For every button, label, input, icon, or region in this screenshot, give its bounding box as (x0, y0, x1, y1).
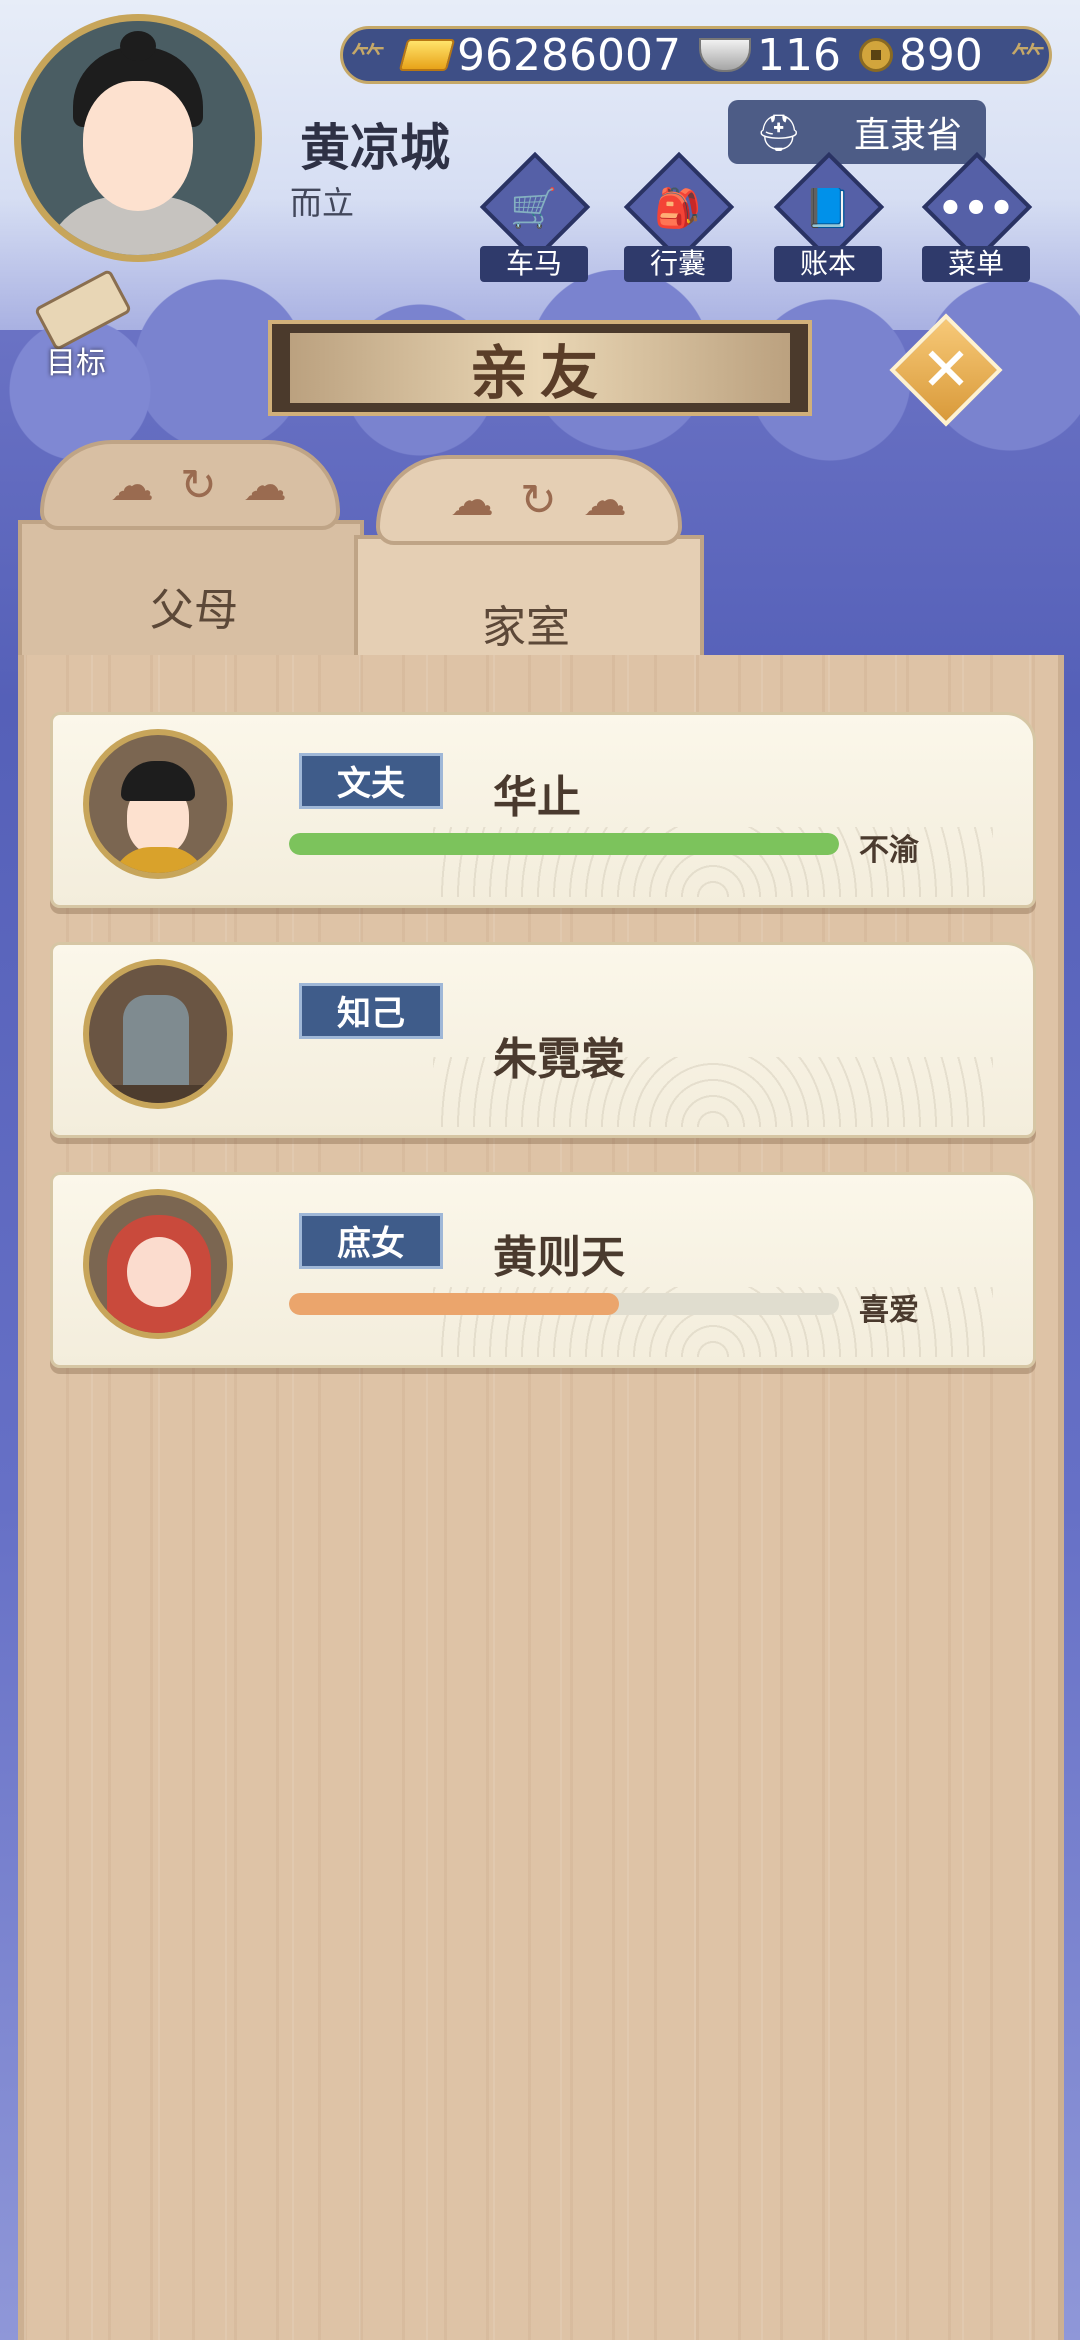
copper-amount: 890 (898, 29, 983, 81)
nav-menu-label: 菜单 (922, 246, 1030, 282)
menu-icon: ••• (937, 186, 1015, 232)
province-label: 直隶省 (853, 115, 962, 156)
gold-currency: 96286007 (398, 29, 681, 81)
nav-bag-label: 行囊 (624, 246, 732, 282)
bamboo-right-icon: ⺮ (1011, 41, 1045, 81)
dialog-title: 亲友 (469, 339, 610, 407)
tab-family-cap: ☁ ↻ ☁ (376, 455, 682, 545)
gold-amount: 96286007 (457, 29, 681, 81)
member-name: 朱霓裳 (493, 1034, 625, 1085)
player-avatar[interactable] (14, 14, 262, 262)
nav-menu-button[interactable]: ••• 菜单 (916, 151, 1036, 282)
gold-ingot-icon (398, 39, 456, 71)
player-name: 黄凉城 (300, 119, 450, 177)
nav-ledger-label: 账本 (774, 246, 882, 282)
cloud-swirl-icon: ☁ ↻ ☁ (110, 460, 293, 511)
dialog-title-banner: 亲友 (268, 320, 812, 416)
official-hat-icon: ⛑ (756, 113, 802, 154)
member-card[interactable]: 庶女 黄则天 喜爱 (50, 1172, 1036, 1368)
affection-bar (289, 1293, 839, 1315)
relation-badge: 庶女 (299, 1213, 443, 1269)
copper-currency: 890 (858, 29, 983, 81)
ledger-icon: 📘 (804, 186, 852, 230)
province-button[interactable]: ⛑ 直隶省 (728, 100, 986, 164)
affection-status: 喜爱 (859, 1293, 919, 1328)
member-card[interactable]: 文夫 华止 不渝 (50, 712, 1036, 908)
silver-amount: 116 (756, 29, 841, 81)
carriage-icon: 🛒 (510, 186, 558, 230)
silver-ingot-icon (698, 38, 751, 72)
member-avatar-tombstone (83, 959, 233, 1109)
member-avatar (83, 729, 233, 879)
bag-icon: 🎒 (654, 186, 702, 230)
tab-family-label: 家室 (482, 602, 570, 653)
bamboo-left-icon: ⺮ (351, 41, 385, 81)
tab-parents-cap: ☁ ↻ ☁ (40, 440, 340, 530)
tab-parents-label: 父母 (150, 585, 238, 636)
affection-bar (289, 833, 839, 855)
goal-label: 目标 (46, 346, 106, 381)
player-portrait (21, 21, 255, 255)
tab-family[interactable]: 家室 (354, 535, 704, 665)
member-name: 黄则天 (493, 1232, 625, 1283)
nav-bag-button[interactable]: 🎒 行囊 (618, 151, 738, 282)
silver-currency: 116 (698, 29, 841, 81)
affection-fill (289, 833, 839, 855)
nav-ledger-button[interactable]: 📘 账本 (768, 151, 888, 282)
member-card[interactable]: 知己 朱霓裳 (50, 942, 1036, 1138)
currency-bar: ⺮ 96286007 116 890 ⺮ (340, 26, 1052, 84)
nav-carriage-label: 车马 (480, 246, 588, 282)
relation-badge: 知己 (299, 983, 443, 1039)
cloud-swirl-icon: ☁ ↻ ☁ (450, 475, 633, 526)
affection-status: 不渝 (859, 833, 919, 868)
affection-fill (289, 1293, 619, 1315)
close-icon: ✕ (920, 335, 972, 405)
copper-coin-icon (858, 38, 893, 72)
tab-parents[interactable]: 父母 (18, 520, 364, 660)
relation-badge: 文夫 (299, 753, 443, 809)
player-age-title: 而立 (290, 184, 355, 222)
member-avatar (83, 1189, 233, 1339)
nav-carriage-button[interactable]: 🛒 车马 (474, 151, 594, 282)
member-name: 华止 (493, 772, 581, 823)
goal-button[interactable]: 目标 (16, 268, 133, 381)
